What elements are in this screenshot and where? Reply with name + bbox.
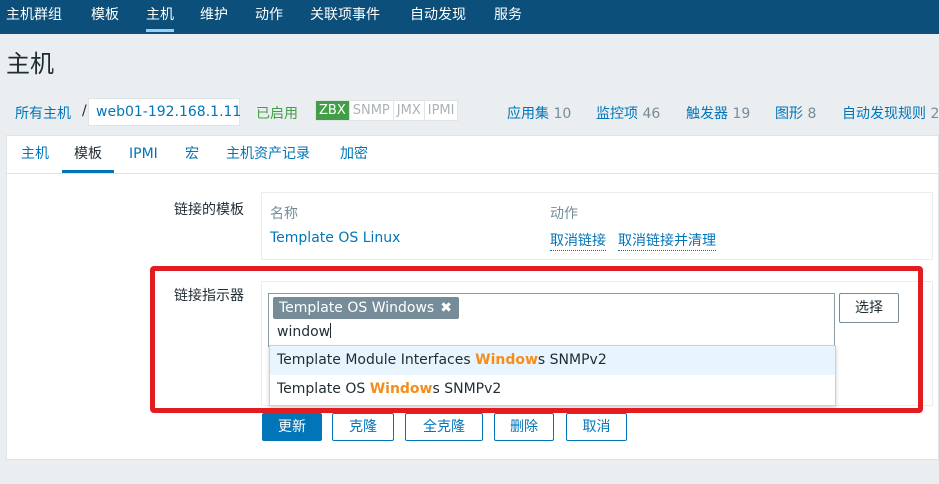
link-discovery-rules[interactable]: 自动发现规则 2 xyxy=(842,103,939,123)
availability-ipmi: IPMI xyxy=(423,101,458,120)
selected-template-chip-label: Template OS Windows xyxy=(279,300,435,316)
top-menu: 主机群组 模板 主机 维护 动作 关联项事件 自动发现 服务 xyxy=(0,0,939,34)
breadcrumb-separator: / xyxy=(82,103,87,119)
cancel-button[interactable]: 取消 xyxy=(566,413,627,441)
suggestion-text-after: s SNMPv2 xyxy=(537,352,607,368)
menu-item-discovery[interactable]: 自动发现 xyxy=(410,0,466,34)
graphs-count: 8 xyxy=(807,106,817,122)
link-graphs[interactable]: 图形 8 xyxy=(775,103,816,123)
template-search-input[interactable]: window xyxy=(277,323,332,341)
tab-templates[interactable]: 模板 xyxy=(62,136,114,173)
tab-macros[interactable]: 宏 xyxy=(173,136,211,173)
breadcrumb-all-hosts[interactable]: 所有主机 xyxy=(15,103,71,123)
suggestion-match: Window xyxy=(369,381,433,397)
delete-button[interactable]: 删除 xyxy=(494,413,554,441)
suggestion-text-before: Template OS xyxy=(277,381,370,397)
items-count: 46 xyxy=(642,106,661,122)
availability-zbx: ZBX xyxy=(316,101,349,120)
discovery-rules-count: 2 xyxy=(930,106,939,122)
link-applications-label[interactable]: 应用集 xyxy=(507,106,549,122)
menu-item-maintenance[interactable]: 维护 xyxy=(200,0,228,34)
link-discovery-rules-label[interactable]: 自动发现规则 xyxy=(842,106,926,122)
template-multiselect[interactable]: Template OS Windows ✖ window xyxy=(268,293,835,347)
linked-templates-table: 名称 动作 Template OS Linux 取消链接 取消链接并清理 xyxy=(261,192,933,260)
link-items[interactable]: 监控项 46 xyxy=(596,103,660,123)
unlink-and-clear-link[interactable]: 取消链接并清理 xyxy=(618,230,716,251)
link-items-label[interactable]: 监控项 xyxy=(596,106,638,122)
link-applications[interactable]: 应用集 10 xyxy=(507,103,571,123)
remove-chip-icon[interactable]: ✖ xyxy=(440,300,452,316)
select-templates-button[interactable]: 选择 xyxy=(839,293,899,323)
menu-item-hosts[interactable]: 主机 xyxy=(146,0,174,34)
menu-item-templates[interactable]: 模板 xyxy=(91,0,119,34)
breadcrumb-current-host[interactable]: web01-192.168.1.11 xyxy=(88,98,241,126)
link-triggers-label[interactable]: 触发器 xyxy=(686,106,728,122)
host-navigation: 所有主机 / web01-192.168.1.11 已启用 ZBX SNMP J… xyxy=(0,98,939,128)
page-title: 主机 xyxy=(6,50,54,78)
linked-template-name[interactable]: Template OS Linux xyxy=(270,230,400,246)
linked-templates-label: 链接的模板 xyxy=(174,202,244,218)
link-triggers[interactable]: 触发器 19 xyxy=(686,103,750,123)
availability-indicators: ZBX SNMP JMX IPMI xyxy=(315,100,459,121)
menu-item-event-correlation[interactable]: 关联项事件 xyxy=(310,0,380,34)
update-button[interactable]: 更新 xyxy=(262,413,322,441)
link-new-templates-label: 链接指示器 xyxy=(174,288,244,304)
applications-count: 10 xyxy=(553,106,572,122)
column-action-header: 动作 xyxy=(550,206,578,222)
column-name-header: 名称 xyxy=(270,206,298,222)
unlink-link[interactable]: 取消链接 xyxy=(550,230,606,251)
link-graphs-label[interactable]: 图形 xyxy=(775,106,803,122)
tab-encryption[interactable]: 加密 xyxy=(328,136,380,173)
availability-jmx: JMX xyxy=(392,101,424,120)
tab-inventory[interactable]: 主机资产记录 xyxy=(214,136,322,173)
host-status-enabled[interactable]: 已启用 xyxy=(256,103,298,123)
menu-item-host-groups[interactable]: 主机群组 xyxy=(6,0,62,34)
full-clone-button[interactable]: 全克隆 xyxy=(405,413,483,441)
availability-snmp: SNMP xyxy=(348,101,393,120)
suggestion-item[interactable]: Template Module Interfaces Windows SNMPv… xyxy=(270,346,835,375)
text-cursor xyxy=(330,323,332,338)
tab-ipmi[interactable]: IPMI xyxy=(117,136,170,173)
suggestion-match: Window xyxy=(475,352,538,368)
host-form-card: 主机 模板 IPMI 宏 主机资产记录 加密 链接的模板 名称 动作 Templ… xyxy=(6,135,939,460)
suggestion-text-after: s SNMPv2 xyxy=(432,381,502,397)
clone-button[interactable]: 克隆 xyxy=(332,413,394,441)
selected-template-chip: Template OS Windows ✖ xyxy=(273,297,459,319)
menu-item-services[interactable]: 服务 xyxy=(494,0,522,34)
menu-item-actions[interactable]: 动作 xyxy=(255,0,283,34)
suggestion-dropdown: Template Module Interfaces Windows SNMPv… xyxy=(269,345,836,406)
tab-host[interactable]: 主机 xyxy=(9,136,61,173)
tab-bar: 主机 模板 IPMI 宏 主机资产记录 加密 xyxy=(7,136,938,174)
suggestion-item[interactable]: Template OS Windows SNMPv2 xyxy=(270,375,835,404)
triggers-count: 19 xyxy=(732,106,751,122)
suggestion-text-before: Template Module Interfaces xyxy=(277,352,476,368)
template-search-value: window xyxy=(277,324,331,340)
